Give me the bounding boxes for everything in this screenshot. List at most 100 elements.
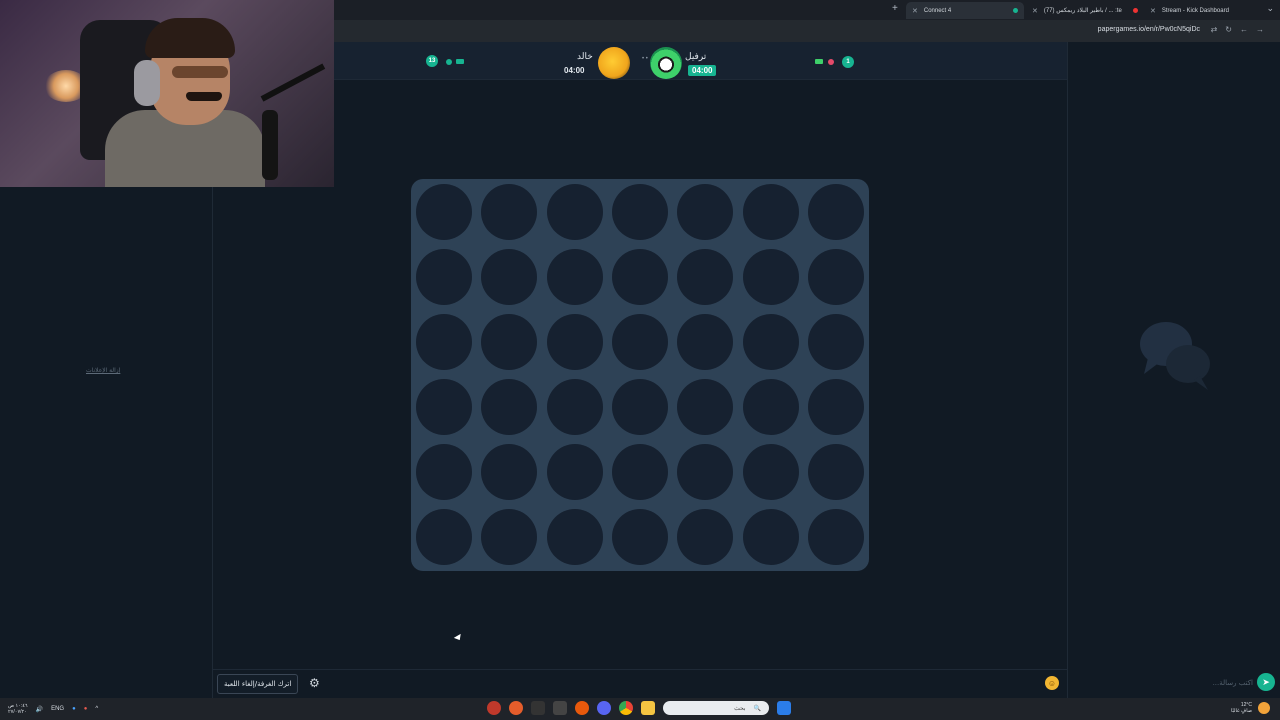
game-controls-bar: اترك الغرفة/إلغاء اللعبة ⚙ ☺ <box>213 669 1067 698</box>
player-right-score-badge: 1 <box>842 56 854 68</box>
board-cell[interactable] <box>611 314 668 370</box>
board-cell[interactable] <box>416 249 472 305</box>
board-cell[interactable] <box>546 379 603 435</box>
board-cell[interactable] <box>742 249 799 305</box>
board-cell[interactable] <box>416 379 472 435</box>
board-cell[interactable] <box>742 444 799 500</box>
sunglasses <box>172 66 228 78</box>
board-cell[interactable] <box>416 509 472 565</box>
board-cell[interactable] <box>807 314 864 370</box>
board-cell[interactable] <box>546 249 603 305</box>
board-cell[interactable] <box>481 444 538 500</box>
board-cell[interactable] <box>742 379 799 435</box>
app-icon[interactable] <box>509 701 523 715</box>
connect4-board[interactable] <box>411 179 869 571</box>
close-icon[interactable]: ✕ <box>1150 7 1156 15</box>
app-icon[interactable] <box>531 701 545 715</box>
app-icon[interactable] <box>553 701 567 715</box>
board-cell[interactable] <box>611 509 668 565</box>
tab-youtube[interactable]: ✕ (77) باطير البلاد ريمكس / ... :te <box>1026 2 1144 19</box>
board-cell[interactable] <box>742 184 799 240</box>
taskbar-search[interactable]: بحث 🔍 <box>663 701 769 715</box>
windows-start-icon[interactable] <box>777 701 791 715</box>
board-cell[interactable] <box>481 509 538 565</box>
board-cell[interactable] <box>481 249 538 305</box>
tab-label: Stream - Kick Dashboard <box>1161 7 1229 14</box>
tab-kick[interactable]: ✕ Stream - Kick Dashboard <box>1144 2 1254 19</box>
board-cell[interactable] <box>807 379 864 435</box>
board-cell[interactable] <box>611 249 668 305</box>
tab-label: Connect 4 <box>923 7 952 14</box>
weather-widget[interactable]: 12°C صافٍ غالبًا <box>1231 702 1270 714</box>
player-left-score-badge: 13 <box>426 55 438 67</box>
search-placeholder: بحث <box>734 705 746 712</box>
emoji-icon[interactable]: ☺ <box>1045 676 1059 690</box>
board-cell[interactable] <box>416 314 472 370</box>
mouse-cursor <box>453 633 464 643</box>
close-icon[interactable]: ✕ <box>912 7 918 15</box>
headphones-icon <box>134 60 160 106</box>
board-cell[interactable] <box>742 314 799 370</box>
board-cell[interactable] <box>677 444 734 500</box>
address-bar-url[interactable]: papergames.io/en/r/Pw0cN5qiDc <box>1098 26 1200 33</box>
remove-ads-link[interactable]: إزالة الإعلانات <box>86 367 120 374</box>
board-cell[interactable] <box>742 509 799 565</box>
player-left-timer: 04:00 <box>564 66 585 75</box>
tray-app-icon[interactable]: ● <box>84 706 88 712</box>
gear-icon[interactable]: ⚙ <box>309 676 320 690</box>
chat-composer: ➤ <box>1067 669 1280 698</box>
youtube-icon <box>1133 8 1138 13</box>
weather-desc: صافٍ غالبًا <box>1230 708 1252 714</box>
board-cell[interactable] <box>807 509 864 565</box>
chevron-up-icon[interactable]: ^ <box>95 706 98 712</box>
board-cell[interactable] <box>546 314 603 370</box>
board-cell[interactable] <box>677 379 734 435</box>
status-dot <box>446 59 452 65</box>
board-cell[interactable] <box>546 444 603 500</box>
status-dot <box>828 59 834 65</box>
lang-indicator[interactable]: ENG <box>51 706 64 712</box>
chrome-icon[interactable] <box>619 701 633 715</box>
new-tab-button[interactable]: + <box>892 3 898 14</box>
discord-icon[interactable] <box>597 701 611 715</box>
board-cell[interactable] <box>677 184 734 240</box>
clock[interactable]: ١٠:٤٦ ص ٢٧/٠٧/٢٠ <box>8 703 28 715</box>
flag-icon <box>815 59 823 64</box>
send-icon[interactable]: ➤ <box>1257 673 1275 691</box>
chat-input[interactable] <box>1073 675 1253 691</box>
tab-connect4[interactable]: ✕ Connect 4 <box>906 2 1024 19</box>
mic-icon[interactable]: ● <box>72 706 76 712</box>
board-cell[interactable] <box>677 509 734 565</box>
firefox-icon[interactable] <box>575 701 589 715</box>
player-right-timer: 04:00 <box>688 65 717 76</box>
audio-indicator-icon <box>1013 8 1018 13</box>
board-cell[interactable] <box>481 184 538 240</box>
app-icon[interactable] <box>487 701 501 715</box>
chat-panel <box>1067 42 1280 698</box>
board-cell[interactable] <box>677 249 734 305</box>
nav-buttons[interactable]: ⇄↻←→ <box>1211 25 1272 34</box>
mic-arm <box>260 63 326 102</box>
windows-taskbar: ١٠:٤٦ ص ٢٧/٠٧/٢٠ 🔊 ENG ● ● ^ بحث 🔍 12°C صا… <box>0 698 1280 720</box>
board-cell[interactable] <box>546 509 603 565</box>
board-cell[interactable] <box>611 379 668 435</box>
board-cell[interactable] <box>416 184 472 240</box>
close-icon[interactable]: ✕ <box>1032 7 1038 15</box>
board-cell[interactable] <box>481 314 538 370</box>
board-cell[interactable] <box>546 184 603 240</box>
leave-room-button[interactable]: اترك الغرفة/إلغاء اللعبة <box>217 674 299 694</box>
board-cell[interactable] <box>481 379 538 435</box>
streamer-hair <box>145 18 235 58</box>
player-left-avatar <box>598 47 630 79</box>
board-cell[interactable] <box>611 184 668 240</box>
file-explorer-icon[interactable] <box>641 701 655 715</box>
window-controls[interactable]: ⌄ <box>1266 3 1274 14</box>
board-cell[interactable] <box>416 444 472 500</box>
board-cell[interactable] <box>807 249 864 305</box>
board-cell[interactable] <box>611 444 668 500</box>
flag-icon <box>456 59 464 64</box>
volume-icon[interactable]: 🔊 <box>36 706 43 713</box>
board-cell[interactable] <box>807 184 864 240</box>
board-cell[interactable] <box>677 314 734 370</box>
board-cell[interactable] <box>807 444 864 500</box>
